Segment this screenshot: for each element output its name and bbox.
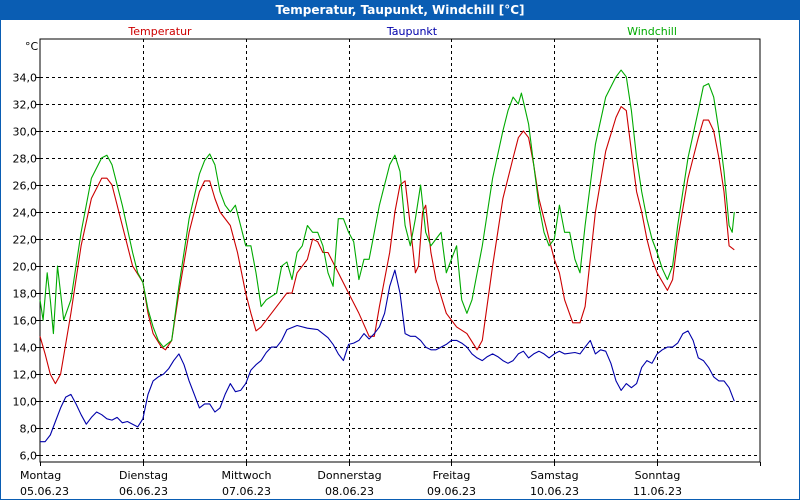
y-tick-label: 10,0 — [13, 396, 38, 409]
y-tick-label: 18,0 — [13, 288, 38, 301]
x-tick-date: 05.06.23 — [20, 485, 69, 498]
y-tick-label: 12,0 — [13, 369, 38, 382]
x-tick-day: Montag — [20, 469, 61, 482]
chart-window: Temperatur, Taupunkt, Windchill [°C] 6,0… — [0, 0, 800, 500]
legend-temperatur: Temperatur — [127, 25, 192, 38]
y-tick-label: 34,0 — [13, 72, 38, 85]
x-tick-day: Mittwoch — [222, 469, 272, 482]
y-tick-label: 14,0 — [13, 342, 38, 355]
legend-windchill: Windchill — [627, 25, 677, 38]
x-tick-date: 07.06.23 — [222, 485, 271, 498]
y-tick-label: 26,0 — [13, 180, 38, 193]
y-tick-label: 28,0 — [13, 153, 38, 166]
x-tick-day: Freitag — [433, 469, 471, 482]
x-tick-date: 10.06.23 — [530, 485, 579, 498]
y-tick-label: 32,0 — [13, 99, 38, 112]
x-tick-date: 09.06.23 — [427, 485, 476, 498]
y-tick-label: 30,0 — [13, 126, 38, 139]
y-tick-label: 20,0 — [13, 261, 38, 274]
x-tick-day: Samstag — [530, 469, 578, 482]
x-tick-date: 11.06.23 — [633, 485, 682, 498]
y-tick-label: 24,0 — [13, 207, 38, 220]
y-tick-label: 16,0 — [13, 315, 38, 328]
x-tick-day: Donnerstag — [317, 469, 381, 482]
y-tick-label: 6,0 — [20, 450, 38, 463]
plot-frame — [39, 38, 761, 463]
x-tick-day: Sonntag — [635, 469, 681, 482]
x-tick-date: 06.06.23 — [119, 485, 168, 498]
x-tick-date: 08.06.23 — [325, 485, 374, 498]
y-tick-label: 8,0 — [20, 423, 38, 436]
y-axis-unit: °C — [25, 40, 39, 53]
x-tick-day: Dienstag — [119, 469, 168, 482]
chart-svg: 6,0 8,0 10,0 12,0 14,0 16,0 18,0 20,0 22,0 24,0 26… — [0, 0, 800, 500]
y-tick-label: 22,0 — [13, 234, 38, 247]
legend-taupunkt: Taupunkt — [386, 25, 438, 38]
